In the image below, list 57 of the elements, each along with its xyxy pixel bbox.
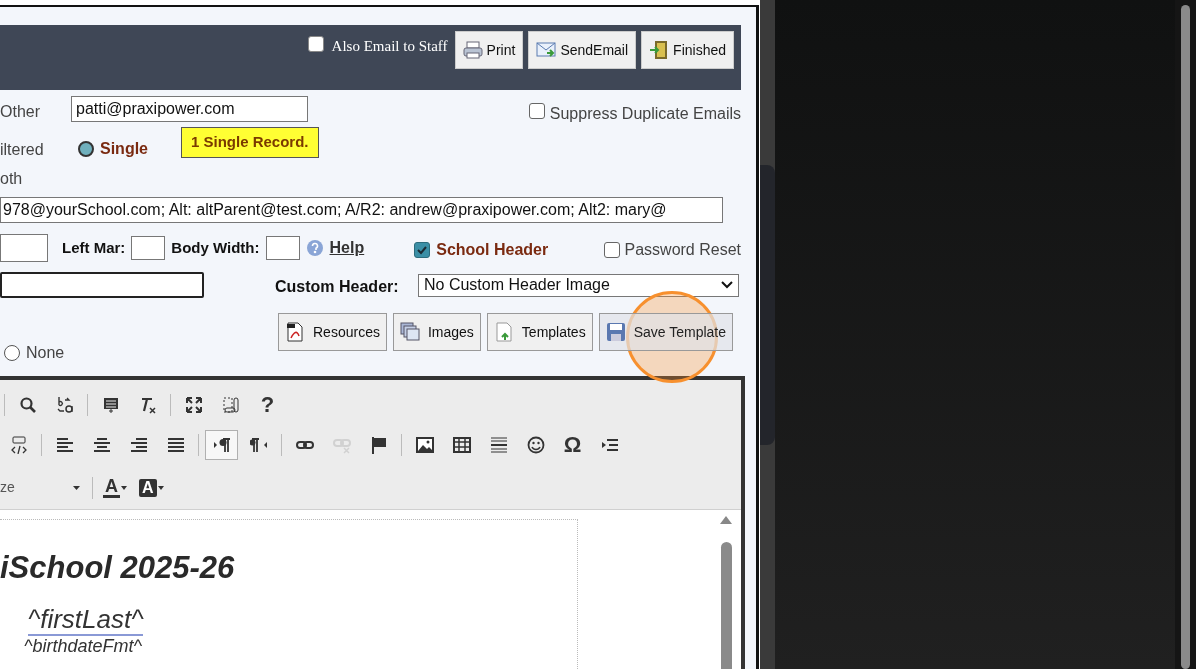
resources-button[interactable]: Resources [278,313,387,351]
text-field[interactable] [0,272,204,298]
font-size-dropdown[interactable]: ze [0,475,88,500]
radio-button[interactable] [4,345,20,361]
stacked-pictures-icon [399,322,420,342]
checkbox-label: School Header [436,240,549,260]
radio-button[interactable] [78,141,94,157]
field-label: Body Width: [171,237,260,258]
header-image-select[interactable]: No Custom Header Image [418,273,739,297]
field-label: Left Mar: [62,237,126,258]
printer-icon [462,40,483,60]
door-icon [649,40,670,60]
scrollbar-thumb[interactable] [720,542,732,669]
text-field[interactable] [0,234,48,262]
print-button[interactable]: Print [454,31,524,69]
width-field[interactable] [265,236,300,260]
radio-label: None [26,343,65,363]
checkbox-label: Password Reset [624,240,741,260]
record-count-badge: 1 Single Record. [181,127,319,158]
chevron-down-icon[interactable] [721,281,733,289]
radio-label: oth [0,169,24,189]
background-color-button[interactable]: A [139,473,164,502]
pdf-document-icon [285,322,305,342]
checkbox[interactable] [603,242,620,258]
checkbox-label: Also Email to Staff [331,37,448,55]
caret-icon[interactable] [73,485,80,490]
help-icon [305,239,324,257]
email-field[interactable]: patti@praxipower.com [71,96,308,122]
checkbox-label: Suppress Duplicate Emails [549,104,741,124]
checkbox[interactable] [528,103,545,119]
text-direction-right-icon[interactable] [205,429,238,460]
field-label: Other [0,102,41,122]
field-label: Custom Header: [275,277,400,297]
document-title: iSchool 2025-26 [0,550,236,586]
document-upload-icon [493,322,514,342]
caret-icon [157,485,164,490]
toolbar-button[interactable]: ? [251,389,284,420]
envelope-icon [536,40,557,60]
templates-button[interactable]: Templates [486,313,593,351]
recipients-field[interactable]: 978@yourSchool.com; Alt: altParent@test.com; A/R2: andrew@praxipower.com; Alt2: mary@ [0,197,723,223]
checkbox[interactable] [414,242,431,258]
checkbox[interactable] [307,36,324,52]
finished-button[interactable]: Finished [641,31,734,69]
radio-label: iltered [0,140,45,160]
save-template-button[interactable]: Save Template [598,313,733,351]
toolbar-button[interactable]: Ω [556,429,589,460]
help-link[interactable]: Help [329,236,365,260]
radio-label: Single [100,139,148,159]
merge-field: ^birthdateFmt^ [24,636,142,656]
margin-field[interactable] [131,236,166,260]
images-button[interactable]: Images [392,313,481,351]
scroll-up-arrow-icon[interactable] [720,516,732,524]
send-email-button[interactable]: SendEmail [528,31,637,69]
scrollbar-thumb[interactable] [1181,5,1190,669]
text-color-button[interactable]: A [103,473,127,502]
caret-icon [121,485,127,490]
merge-field: ^firstLast^ [28,604,144,636]
